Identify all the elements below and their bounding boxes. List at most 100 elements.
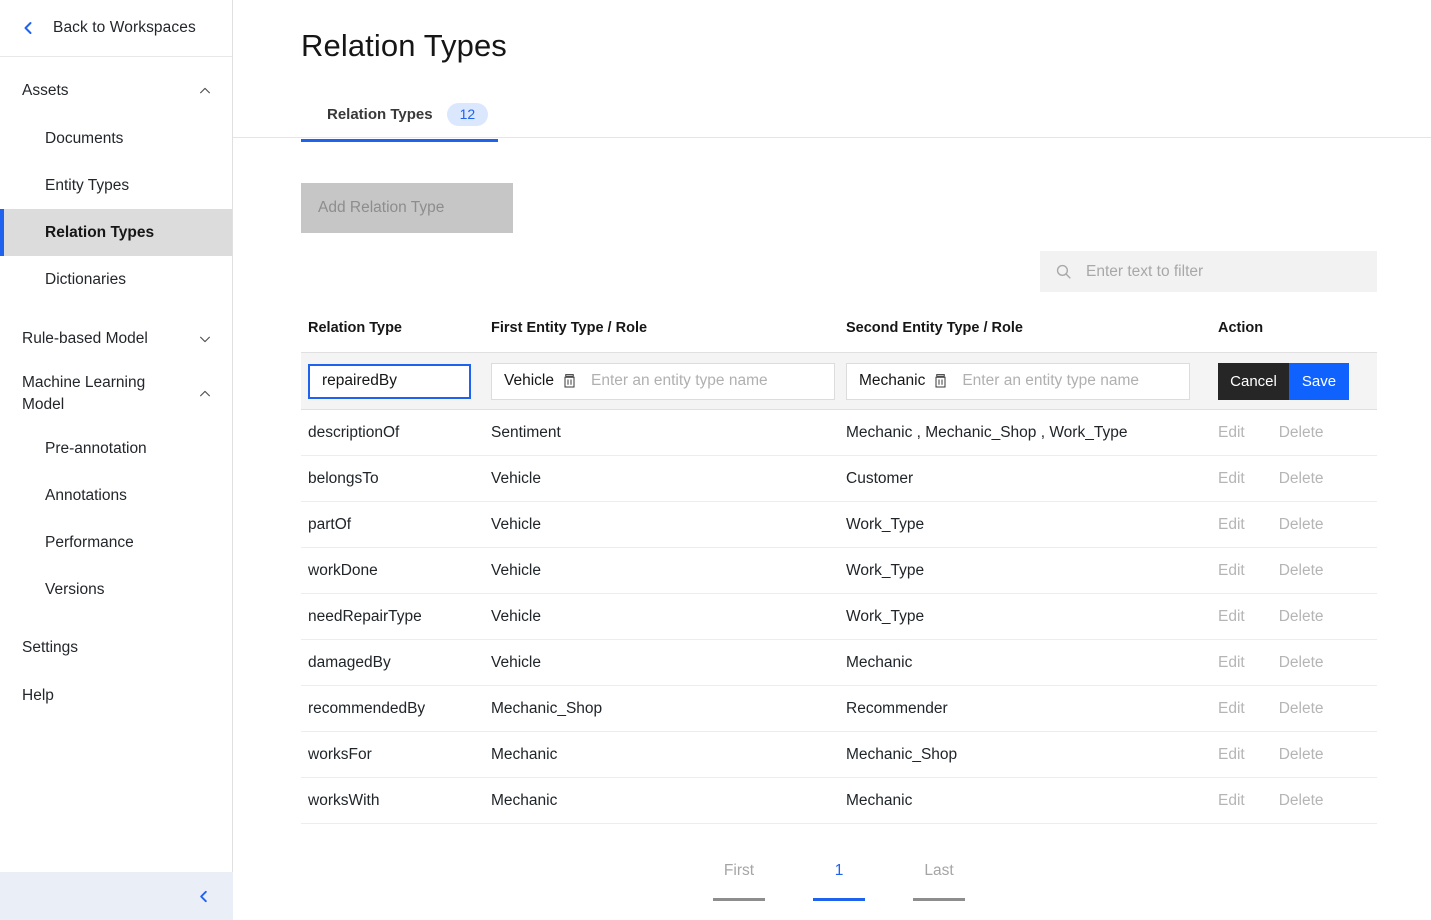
sidebar-item-documents[interactable]: Documents (0, 115, 232, 162)
cell-second-entity: Recommender (846, 699, 948, 717)
cell-relation-type: damagedBy (308, 653, 391, 671)
cell-first-entity: Vehicle (491, 561, 541, 579)
table-row: damagedBy Vehicle Mechanic Edit Delete (301, 640, 1377, 686)
delete-link[interactable]: Delete (1279, 470, 1324, 488)
sidebar-group-machine-learning-model[interactable]: Machine Learning Model (0, 363, 232, 425)
pagination-page-1-underline (813, 898, 865, 901)
sidebar-item-help[interactable]: Help (0, 672, 232, 720)
delete-link[interactable]: Delete (1279, 608, 1324, 626)
cell-first-entity: Mechanic (491, 791, 558, 809)
cell-relation-type: workDone (308, 561, 378, 579)
sidebar-group-assets[interactable]: Assets (0, 67, 232, 115)
sidebar-item-relation-types[interactable]: Relation Types (0, 209, 232, 256)
add-relation-type-button[interactable]: Add Relation Type (301, 183, 513, 233)
cell-second-entity: Mechanic (846, 791, 913, 809)
filter-input[interactable] (1084, 261, 1354, 282)
table-row: descriptionOf Sentiment Mechanic , Mecha… (301, 410, 1377, 456)
delete-link[interactable]: Delete (1279, 562, 1324, 580)
table-row: worksWith Mechanic Mechanic Edit Delete (301, 778, 1377, 824)
relation-type-name-input[interactable] (308, 363, 471, 399)
second-entity-type-input[interactable] (960, 371, 1189, 391)
cell-second-entity: Mechanic , Mechanic_Shop , Work_Type (846, 423, 1128, 441)
sidebar-item-performance[interactable]: Performance (0, 519, 232, 566)
pagination-first-underline (713, 898, 765, 901)
pagination-page-1-label: 1 (834, 862, 844, 879)
sidebar-item-dictionaries[interactable]: Dictionaries (0, 256, 232, 303)
cell-first-entity: Vehicle (491, 653, 541, 671)
delete-link[interactable]: Delete (1279, 424, 1324, 442)
edit-link[interactable]: Edit (1218, 654, 1245, 672)
table-row: belongsTo Vehicle Customer Edit Delete (301, 456, 1377, 502)
cell-relation-type: belongsTo (308, 469, 379, 487)
pagination-last-underline (913, 898, 965, 901)
delete-link[interactable]: Delete (1279, 792, 1324, 810)
edit-link[interactable]: Edit (1218, 516, 1245, 534)
sidebar-item-entity-types-label: Entity Types (45, 176, 130, 194)
filter-box[interactable] (1040, 251, 1377, 292)
edit-link[interactable]: Edit (1218, 470, 1245, 488)
table-header-row: Relation Type First Entity Type / Role S… (301, 320, 1377, 353)
row-actions: Edit Delete (1218, 562, 1377, 580)
sidebar-item-entity-types[interactable]: Entity Types (0, 162, 232, 209)
cell-relation-type: needRepairType (308, 607, 422, 625)
sidebar-item-relation-types-label: Relation Types (45, 223, 155, 241)
tab-relation-types[interactable]: Relation Types 12 (301, 90, 499, 142)
trash-icon[interactable] (562, 373, 577, 389)
cell-second-entity: Mechanic_Shop (846, 745, 958, 763)
pagination-page-1-button[interactable]: 1 (813, 862, 865, 901)
edit-actions: Cancel Save (1218, 362, 1377, 400)
pagination: First 1 Last (301, 862, 1377, 901)
row-actions: Edit Delete (1218, 700, 1377, 718)
cell-relation-type: partOf (308, 515, 352, 533)
edit-link[interactable]: Edit (1218, 700, 1245, 718)
table-head: Relation Type First Entity Type / Role S… (301, 320, 1377, 353)
sidebar-item-pre-annotation-label: Pre-annotation (45, 439, 147, 457)
sidebar-group-rule-based-model[interactable]: Rule-based Model (0, 315, 232, 363)
chevron-up-icon (198, 387, 212, 401)
delete-link[interactable]: Delete (1279, 516, 1324, 534)
page-title: Relation Types (301, 28, 507, 63)
first-entity-chip-label: Vehicle (504, 372, 554, 389)
delete-link[interactable]: Delete (1279, 700, 1324, 718)
sidebar-item-annotations[interactable]: Annotations (0, 472, 232, 519)
save-button[interactable]: Save (1289, 362, 1349, 400)
cell-second-entity: Work_Type (846, 607, 925, 625)
row-actions: Edit Delete (1218, 746, 1377, 764)
pagination-first-label: First (723, 862, 755, 879)
table-row: needRepairType Vehicle Work_Type Edit De… (301, 594, 1377, 640)
cell-edit-actions: Cancel Save (1218, 353, 1377, 410)
trash-icon[interactable] (933, 373, 948, 389)
edit-link[interactable]: Edit (1218, 746, 1245, 764)
pagination-last-button[interactable]: Last (913, 862, 965, 901)
edit-link[interactable]: Edit (1218, 792, 1245, 810)
sidebar-collapse-button[interactable] (0, 872, 233, 920)
delete-link[interactable]: Delete (1279, 654, 1324, 672)
edit-link[interactable]: Edit (1218, 608, 1245, 626)
first-entity-type-field[interactable]: Vehicle (491, 362, 835, 400)
cell-first-entity-editor: Vehicle (491, 353, 846, 410)
cell-actions: Edit Delete (1218, 594, 1377, 640)
chevron-left-icon (196, 889, 211, 904)
first-entity-type-input[interactable] (588, 371, 834, 391)
pagination-first-button[interactable]: First (713, 862, 765, 901)
second-entity-type-field[interactable]: Mechanic (846, 362, 1190, 400)
sidebar-item-performance-label: Performance (45, 533, 134, 551)
cancel-button[interactable]: Cancel (1218, 362, 1289, 400)
edit-link[interactable]: Edit (1218, 562, 1245, 580)
edit-link[interactable]: Edit (1218, 424, 1245, 442)
sidebar-item-settings[interactable]: Settings (0, 624, 232, 672)
row-actions: Edit Delete (1218, 608, 1377, 626)
tab-relation-types-label: Relation Types (327, 106, 433, 123)
cell-actions: Edit Delete (1218, 410, 1377, 456)
column-header-first-entity-type: First Entity Type / Role (491, 320, 846, 353)
delete-link[interactable]: Delete (1279, 746, 1324, 764)
relation-types-table: Relation Type First Entity Type / Role S… (233, 320, 1431, 901)
toolbar: Add Relation Type (233, 138, 1431, 233)
sidebar-item-pre-annotation[interactable]: Pre-annotation (0, 425, 232, 472)
cell-actions: Edit Delete (1218, 456, 1377, 502)
sidebar-item-help-label: Help (22, 687, 54, 704)
sidebar-item-versions[interactable]: Versions (0, 566, 232, 613)
table-row: workDone Vehicle Work_Type Edit Delete (301, 548, 1377, 594)
back-to-workspaces-button[interactable]: Back to Workspaces (0, 0, 232, 57)
app-window: Back to Workspaces Assets Documents Enti… (0, 0, 1431, 920)
